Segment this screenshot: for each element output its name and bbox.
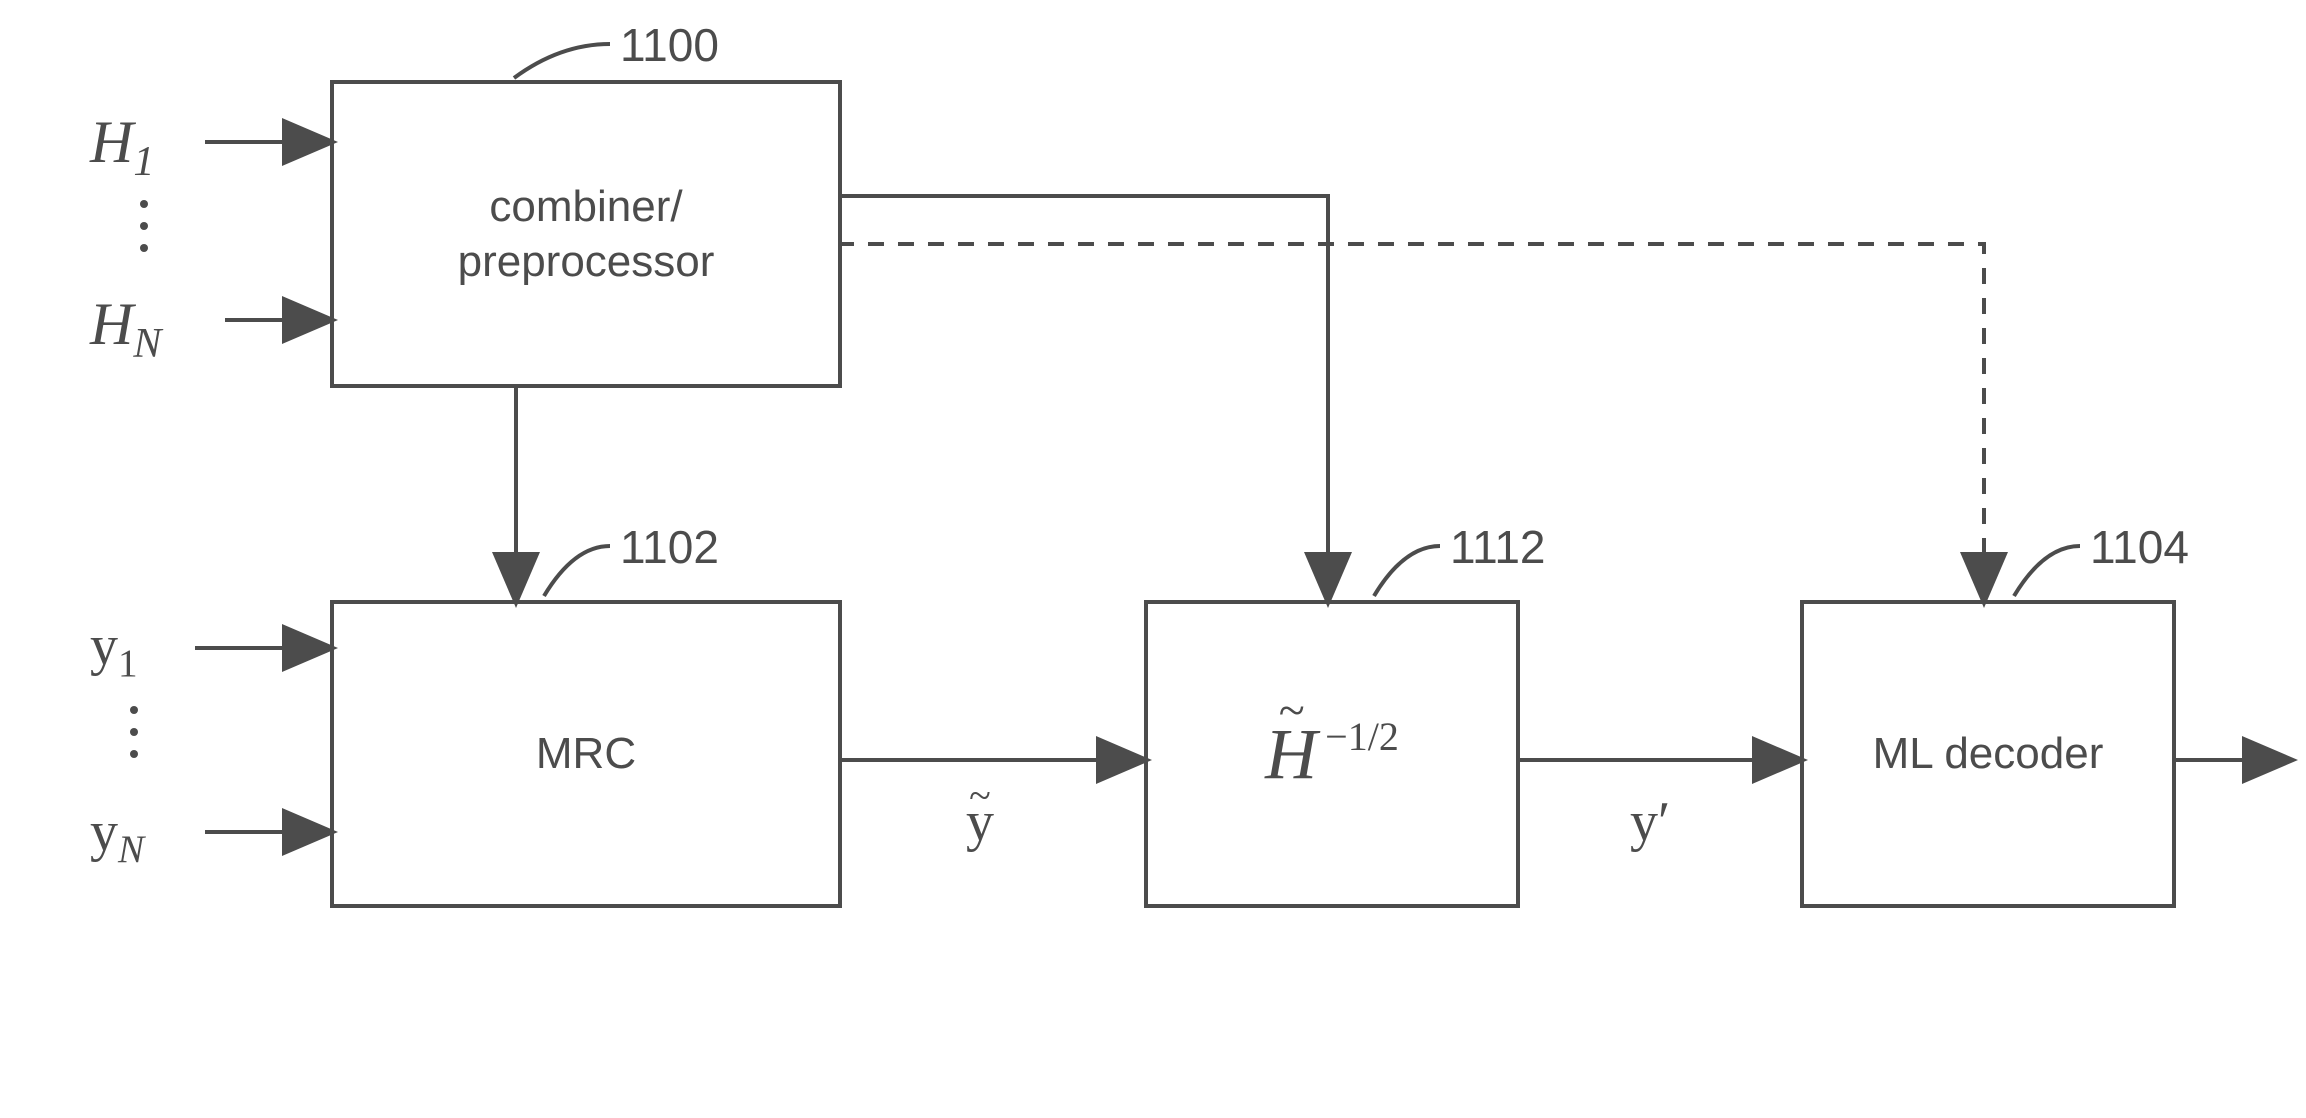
block-combiner-preprocessor: combiner/ preprocessor (330, 80, 842, 388)
diagram-canvas: combiner/ preprocessor MRC ~ H −1/2 ML d… (0, 0, 2306, 1118)
arrow-combiner-to-mldec-dashed (838, 244, 1984, 600)
leader-hinv (1374, 546, 1440, 596)
vdots-y-inputs (130, 706, 138, 758)
ref-mldec: 1104 (2090, 520, 2189, 574)
h-exponent: −1/2 (1325, 713, 1399, 760)
input-label-HN: HN (90, 290, 161, 368)
block-h-inverse-sqrt: ~ H −1/2 (1144, 600, 1520, 908)
combiner-label-line2: preprocessor (458, 237, 715, 286)
input-label-y1: y1 (90, 614, 138, 686)
block-mrc: MRC (330, 600, 842, 908)
mrc-label: MRC (536, 729, 636, 779)
ref-combiner: 1100 (620, 18, 719, 72)
combiner-label-line1: combiner/ (489, 182, 682, 231)
block-ml-decoder: ML decoder (1800, 600, 2176, 908)
vdots-H-inputs (140, 200, 148, 252)
input-label-yN: yN (90, 800, 144, 872)
arrow-combiner-to-hinv (838, 196, 1328, 600)
signal-label-yprime: y′ (1630, 790, 1670, 854)
leader-mrc (544, 546, 610, 596)
leader-mldec (2014, 546, 2080, 596)
leader-combiner (514, 44, 610, 78)
signal-label-ytilde: ~ y (966, 790, 994, 854)
ref-mrc: 1102 (620, 520, 719, 574)
h-tilde-symbol: ~ H (1265, 713, 1317, 796)
ml-decoder-label: ML decoder (1873, 729, 2104, 779)
input-label-H1: H1 (90, 108, 154, 186)
ref-hinv: 1112 (1450, 520, 1546, 574)
